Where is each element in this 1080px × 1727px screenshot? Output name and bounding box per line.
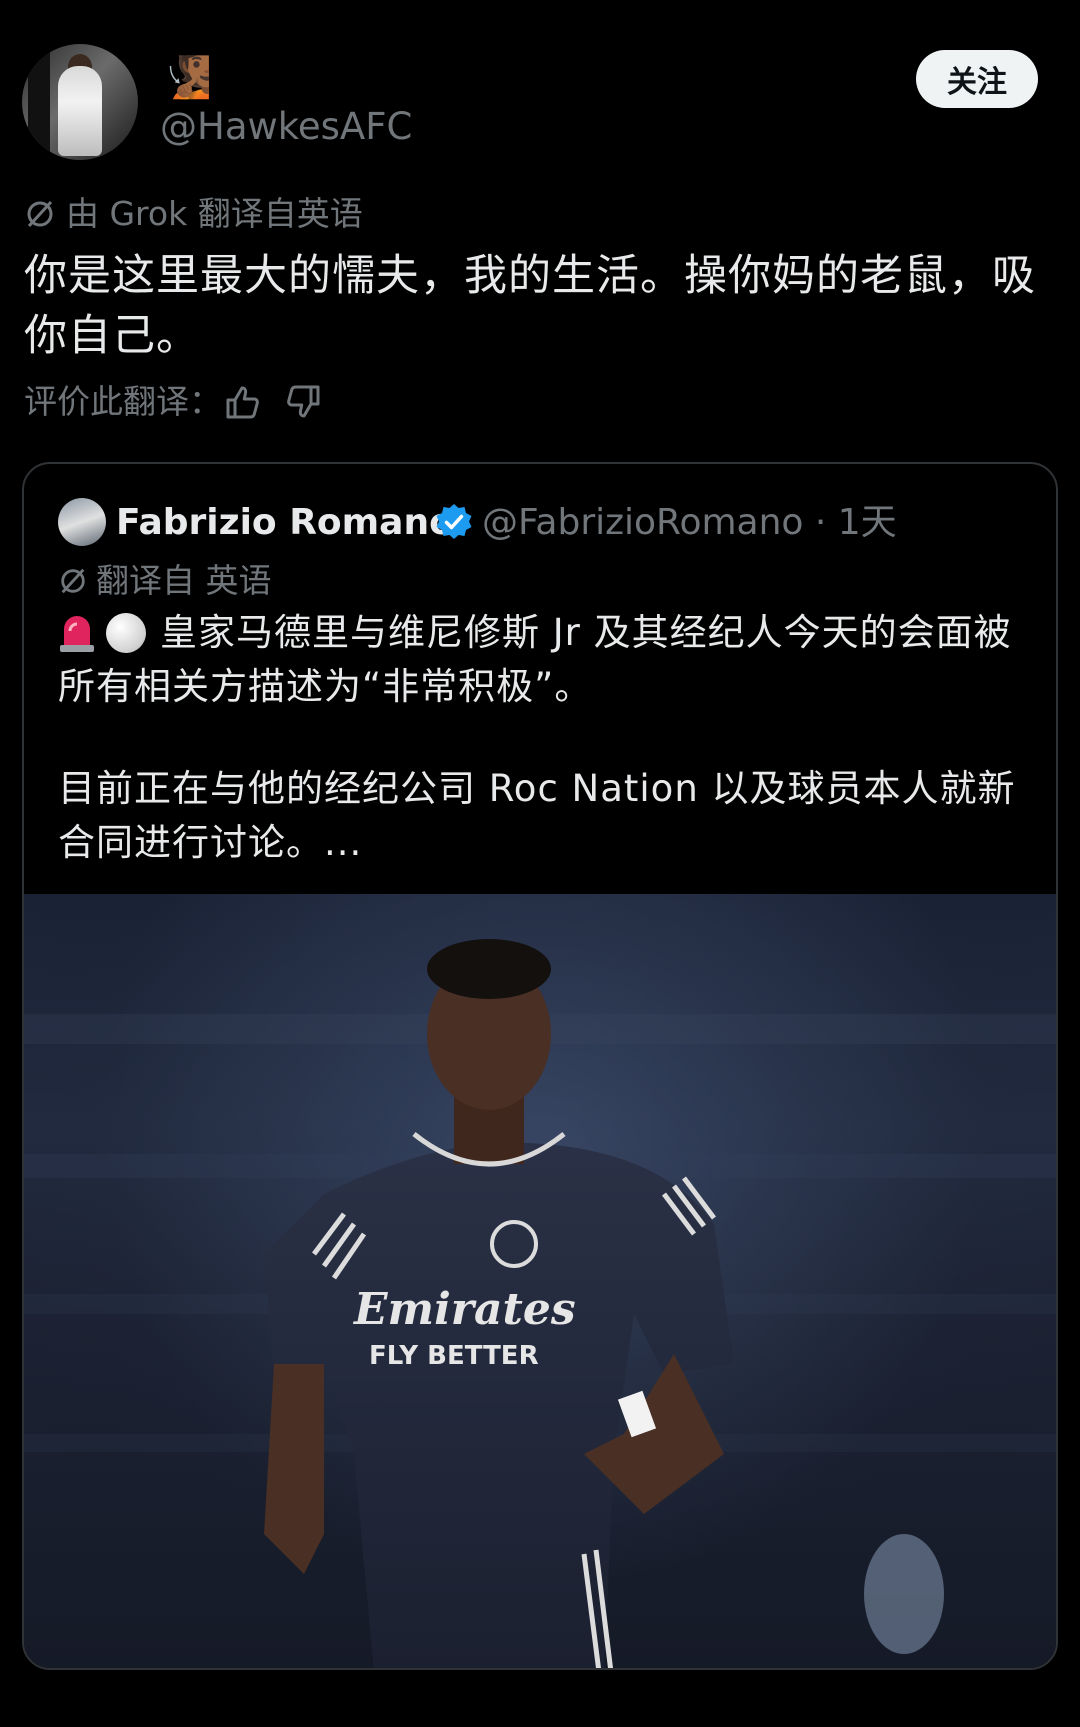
- author-display-name[interactable]: 🧏🏾: [162, 52, 212, 104]
- siren-emoji-icon: [60, 616, 94, 652]
- verified-badge-icon: [436, 504, 472, 539]
- thumbs-down-icon[interactable]: [284, 382, 324, 422]
- quoted-translation-text: 翻译自 英语: [96, 561, 272, 600]
- follow-button[interactable]: 关注: [916, 50, 1038, 108]
- tweet-text-line: 你自己。: [24, 311, 200, 361]
- author-handle[interactable]: @HawkesAFC: [160, 102, 412, 152]
- tweet-text-line: 你是这里最大的懦夫，我的生活。操你妈的老鼠，吸: [24, 251, 1036, 301]
- translation-source-note: 由 Grok 翻译自英语: [24, 192, 363, 236]
- quoted-paragraph-2: 目前正在与他的经纪公司 Roc Nation 以及球员本人就新合同进行讨论。..…: [58, 767, 1016, 864]
- quoted-translation-note: 翻译自 英语: [58, 558, 272, 604]
- grok-translate-icon: [27, 200, 53, 228]
- quoted-author-name[interactable]: Fabrizio Romano: [116, 498, 454, 548]
- quoted-tweet-card[interactable]: Fabrizio Romano @FabrizioRomano · 1天 翻译自…: [22, 462, 1058, 1670]
- tweet-text: 你是这里最大的懦夫，我的生活。操你妈的老鼠，吸 你自己。: [24, 246, 1054, 366]
- player-photo-illustration: Emirates FLY BETTER: [24, 894, 1056, 1668]
- translation-source-text: 由 Grok 翻译自英语: [66, 194, 363, 233]
- quoted-tweet-text: 皇家马德里与维尼修斯 Jr 及其经纪人今天的会面被所有相关方描述为“非常积极”。…: [58, 606, 1038, 870]
- quoted-tweet-photo[interactable]: Emirates FLY BETTER: [24, 894, 1056, 1668]
- rate-translation-label: 评价此翻译：: [24, 382, 222, 421]
- quoted-author-avatar[interactable]: [58, 498, 106, 546]
- grok-translate-icon: [61, 568, 85, 594]
- thumbs-up-icon[interactable]: [222, 382, 262, 422]
- jersey-sponsor-text: Emirates: [352, 1284, 576, 1335]
- author-avatar[interactable]: [22, 44, 138, 160]
- jersey-sponsor-subtext: FLY BETTER: [369, 1341, 539, 1371]
- quoted-paragraph-1: 皇家马德里与维尼修斯 Jr 及其经纪人今天的会面被所有相关方描述为“非常积极”。: [58, 611, 1012, 708]
- quoted-handle-time[interactable]: @FabrizioRomano · 1天: [482, 498, 897, 548]
- white-circle-emoji-icon: [106, 613, 146, 653]
